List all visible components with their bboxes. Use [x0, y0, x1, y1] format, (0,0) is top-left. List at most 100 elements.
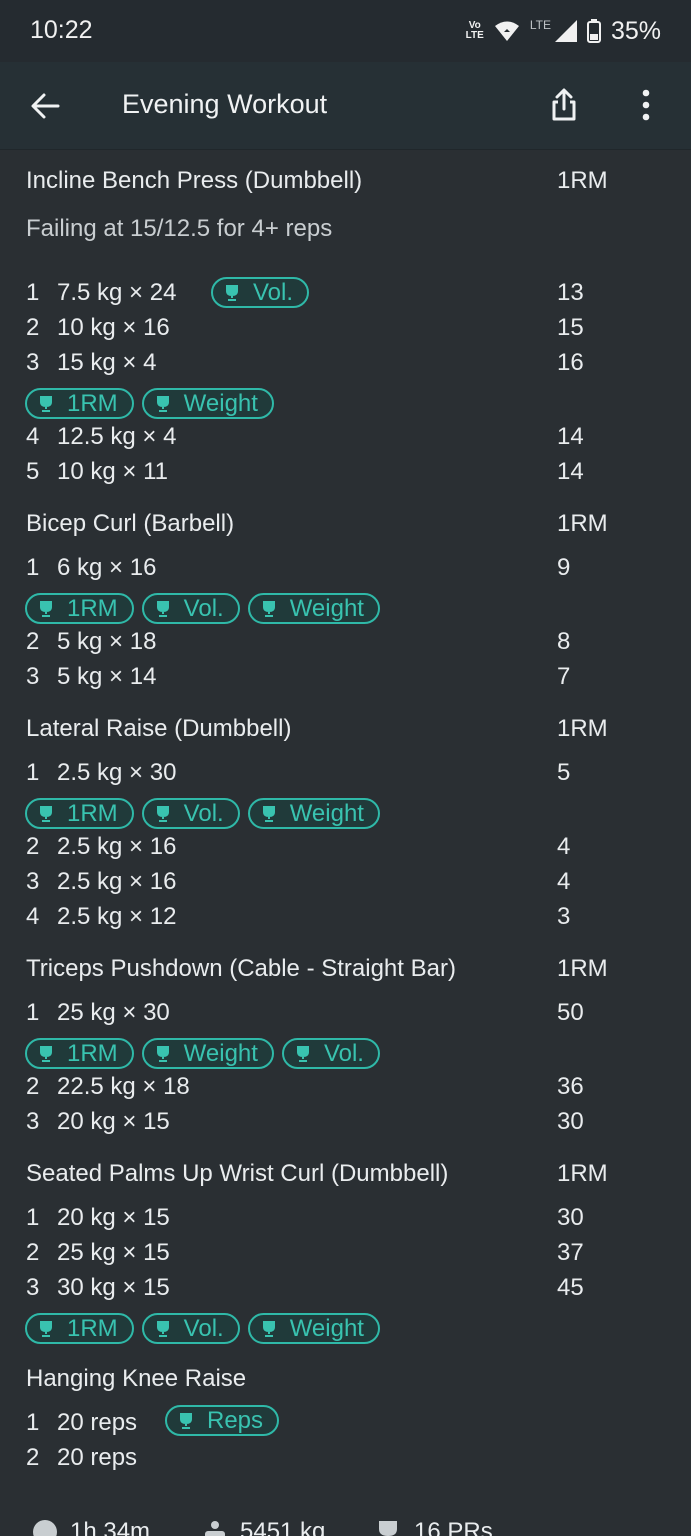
set-row: 3 30 kg × 15 45 — [0, 1272, 691, 1307]
status-icons: Vo LTE LTE 35% — [466, 16, 661, 46]
set-row: 1 2.5 kg × 30 5 — [0, 757, 691, 792]
set-row: 2 20 reps — [0, 1442, 691, 1477]
trophy-icon — [156, 1320, 169, 1337]
set-row: 3 20 kg × 15 30 — [0, 1106, 691, 1141]
set-onerm: 4 — [557, 868, 571, 895]
set-row: 1 6 kg × 16 9 — [0, 552, 691, 587]
set-number: 2 — [26, 628, 40, 655]
set-row: 2 5 kg × 18 8 — [0, 626, 691, 661]
trophy-icon — [40, 1045, 52, 1062]
set-onerm: 45 — [557, 1274, 584, 1301]
pr-badge: Vol. — [211, 277, 310, 308]
set-number: 1 — [26, 1409, 40, 1436]
trophy-icon — [156, 1045, 169, 1062]
set-row: 1 20 kg × 15 30 — [0, 1202, 691, 1237]
lte-label: LTE — [529, 18, 551, 32]
set-row: 4 2.5 kg × 12 3 — [0, 901, 691, 936]
pr-badges: 1RM Vol. Weight — [25, 798, 380, 829]
exercise-note: Failing at 15/12.5 for 4+ reps — [26, 215, 333, 242]
set-value: 30 kg × 15 — [57, 1274, 170, 1301]
weight-icon — [205, 1521, 225, 1536]
set-value: 5 kg × 14 — [57, 663, 157, 690]
more-vert-icon[interactable] — [630, 87, 662, 123]
set-value: 20 kg × 15 — [57, 1108, 170, 1135]
set-number: 1 — [26, 1204, 40, 1231]
set-value: 2.5 kg × 16 — [57, 833, 177, 860]
set-onerm: 7 — [557, 663, 571, 690]
page-title: Evening Workout — [122, 89, 328, 119]
set-number: 3 — [26, 1108, 40, 1135]
set-onerm: 5 — [557, 759, 571, 786]
set-value: 5 kg × 18 — [57, 628, 157, 655]
set-number: 2 — [26, 1444, 40, 1471]
pr-badge: Vol. — [141, 593, 240, 624]
pr-badges: 1RM Vol. Weight — [25, 1313, 380, 1344]
trophy-icon — [40, 805, 52, 822]
set-row: 5 10 kg × 11 14 — [0, 456, 691, 491]
set-value: 15 kg × 4 — [57, 349, 157, 376]
pr-badge: 1RM — [25, 1038, 134, 1069]
exercise-name: Bicep Curl (Barbell) — [26, 510, 235, 537]
set-number: 3 — [26, 349, 40, 376]
onerm-header: 1RM — [557, 510, 608, 537]
trophy-icon — [40, 600, 52, 617]
app-bar: Evening Workout — [0, 62, 691, 150]
set-onerm: 50 — [557, 999, 584, 1026]
set-onerm: 4 — [557, 833, 571, 860]
pr-badges: 1RM Vol. Weight — [25, 593, 380, 624]
signal-icon — [554, 20, 577, 42]
exercise-name: Lateral Raise (Dumbbell) — [26, 715, 292, 742]
exercise-name: Incline Bench Press (Dumbbell) — [26, 167, 363, 194]
set-onerm: 36 — [557, 1073, 584, 1100]
back-arrow-icon[interactable] — [28, 89, 62, 123]
trophy-icon — [262, 600, 275, 617]
share-icon[interactable] — [548, 87, 580, 123]
exercise-name: Triceps Pushdown (Cable - Straight Bar) — [26, 955, 456, 982]
trophy-icon — [156, 395, 169, 412]
pr-badge: Weight — [141, 1038, 274, 1069]
pr-badge: Vol. — [141, 798, 240, 829]
set-onerm: 8 — [557, 628, 571, 655]
volume-stat: 5451 kg — [202, 1518, 325, 1536]
volte-icon: Vo LTE — [465, 20, 484, 41]
set-onerm: 16 — [557, 349, 584, 376]
set-row: 4 12.5 kg × 4 14 — [0, 421, 691, 456]
set-number: 4 — [26, 423, 40, 450]
exercise-name: Seated Palms Up Wrist Curl (Dumbbell) — [26, 1160, 449, 1187]
exercise-name: Hanging Knee Raise — [26, 1365, 247, 1392]
wifi-icon — [494, 21, 519, 41]
onerm-header: 1RM — [557, 955, 608, 982]
battery-percent: 35% — [610, 16, 661, 45]
status-bar: 10:22 Vo LTE LTE 35% — [0, 0, 691, 62]
trophy-icon — [379, 1521, 397, 1536]
trophy-icon — [156, 600, 169, 617]
pr-badge: 1RM — [25, 593, 134, 624]
set-value: 20 reps — [57, 1409, 138, 1436]
set-number: 2 — [26, 833, 40, 860]
set-row: 3 15 kg × 4 16 — [0, 347, 691, 382]
battery-icon — [586, 19, 601, 43]
onerm-header: 1RM — [557, 167, 608, 194]
set-number: 1 — [26, 279, 40, 306]
set-onerm: 30 — [557, 1108, 584, 1135]
set-number: 1 — [26, 999, 40, 1026]
onerm-header: 1RM — [557, 715, 608, 742]
set-value: 20 reps — [57, 1444, 138, 1471]
set-value: 25 kg × 30 — [57, 999, 170, 1026]
set-value: 10 kg × 16 — [57, 314, 170, 341]
volume-value: 5451 kg — [240, 1518, 326, 1536]
trophy-icon — [180, 1412, 192, 1429]
set-onerm: 14 — [557, 423, 584, 450]
pr-badge: 1RM — [25, 798, 134, 829]
set-value: 7.5 kg × 24 — [57, 279, 177, 306]
trophy-icon — [262, 1320, 275, 1337]
pr-badge: 1RM — [25, 388, 134, 419]
set-number: 3 — [26, 1274, 40, 1301]
pr-badges: Vol. — [211, 277, 310, 308]
set-onerm: 37 — [557, 1239, 584, 1266]
pr-badge: Vol. — [281, 1038, 380, 1069]
set-row: 2 2.5 kg × 16 4 — [0, 831, 691, 866]
pr-badge: Weight — [247, 1313, 380, 1344]
pr-badge: Reps — [165, 1405, 280, 1436]
workout-summary: 1h 34m 5451 kg 16 PRs — [0, 1500, 691, 1536]
